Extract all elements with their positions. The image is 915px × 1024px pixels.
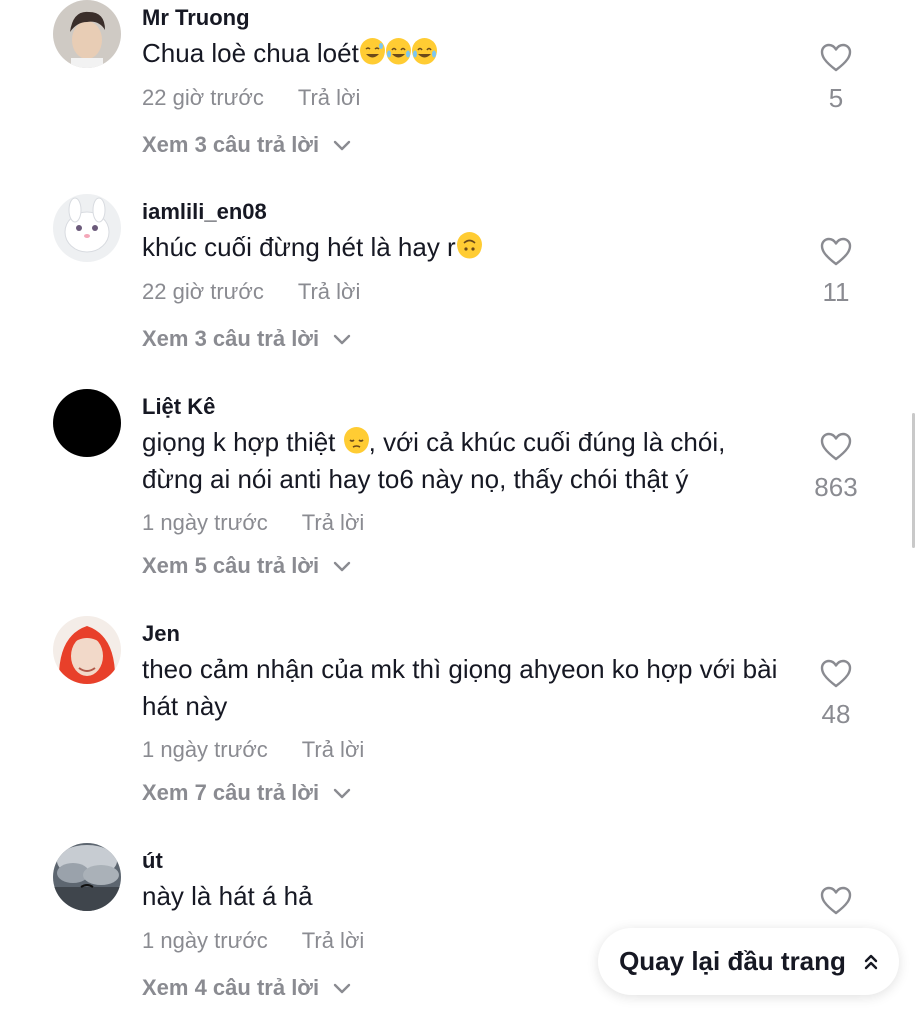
avatar[interactable]	[53, 616, 121, 684]
view-replies-label: Xem 5 câu trả lời	[142, 553, 320, 578]
reply-button[interactable]: Trả lời	[302, 928, 365, 953]
timestamp: 1 ngày trước	[142, 510, 268, 535]
reply-button[interactable]: Trả lời	[298, 85, 361, 110]
joy-icon	[411, 38, 437, 65]
like-count: 863	[814, 472, 858, 502]
chevron-down-icon	[333, 561, 351, 572]
reply-button[interactable]: Trả lời	[298, 279, 361, 304]
like-count: 48	[821, 699, 851, 729]
avatar[interactable]	[53, 194, 121, 262]
pensive-icon	[343, 427, 369, 454]
back-to-top-button[interactable]: Quay lại đầu trang	[598, 928, 899, 995]
view-replies-button[interactable]: Xem 7 câu trả lời	[142, 780, 351, 806]
like-button[interactable]: 11	[806, 237, 866, 308]
view-replies-label: Xem 3 câu trả lời	[142, 326, 320, 351]
like-button[interactable]: 5	[806, 43, 866, 114]
reply-button[interactable]: Trả lời	[302, 737, 365, 762]
comment-text-content: khúc cuối đừng hét là hay r	[142, 232, 456, 262]
timestamp: 1 ngày trước	[142, 737, 268, 762]
chevron-down-icon	[333, 788, 351, 799]
like-count: 11	[822, 277, 850, 307]
like-button[interactable]: 48	[806, 659, 866, 730]
comment-meta: 1 ngày trước Trả lời	[142, 737, 364, 763]
avatar[interactable]	[53, 389, 121, 457]
username[interactable]: iamlili_en08	[142, 199, 267, 225]
joy-icon	[385, 38, 411, 65]
username[interactable]: út	[142, 848, 163, 874]
heart-icon	[820, 886, 852, 915]
like-count: 5	[828, 83, 844, 113]
comment-text: Chua loè chua loét	[142, 35, 792, 72]
avatar[interactable]	[53, 843, 121, 911]
comment-text-content: theo cảm nhận của mk thì giọng ahyeon ko…	[142, 654, 778, 721]
comment-meta: 22 giờ trước Trả lời	[142, 85, 360, 111]
comment-text-content: Chua loè chua loét	[142, 38, 359, 68]
heart-icon	[820, 237, 852, 266]
comment-text: khúc cuối đừng hét là hay r	[142, 229, 792, 266]
comment-meta: 1 ngày trước Trả lời	[142, 928, 364, 954]
username[interactable]: Jen	[142, 621, 180, 647]
like-button[interactable]: 863	[806, 432, 866, 503]
heart-icon	[820, 432, 852, 461]
double-chevron-up-icon	[864, 954, 878, 969]
grinning-sweat-icon	[359, 38, 385, 65]
view-replies-label: Xem 7 câu trả lời	[142, 780, 320, 805]
timestamp: 22 giờ trước	[142, 85, 264, 110]
timestamp: 22 giờ trước	[142, 279, 264, 304]
view-replies-button[interactable]: Xem 4 câu trả lời	[142, 975, 351, 1001]
comment-text: theo cảm nhận của mk thì giọng ahyeon ko…	[142, 651, 792, 725]
avatar[interactable]	[53, 0, 121, 68]
chevron-down-icon	[333, 983, 351, 994]
view-replies-label: Xem 3 câu trả lời	[142, 132, 320, 157]
heart-icon	[820, 43, 852, 72]
heart-icon	[820, 659, 852, 688]
comment-meta: 1 ngày trước Trả lời	[142, 510, 364, 536]
chevron-down-icon	[333, 334, 351, 345]
upside-down-icon	[456, 232, 482, 259]
view-replies-button[interactable]: Xem 3 câu trả lời	[142, 326, 351, 352]
timestamp: 1 ngày trước	[142, 928, 268, 953]
comment-text: giọng k hợp thiệt , với cả khúc cuối đún…	[142, 424, 792, 498]
comment-text: này là hát á hả	[142, 878, 792, 915]
back-to-top-label: Quay lại đầu trang	[619, 946, 846, 976]
view-replies-button[interactable]: Xem 5 câu trả lời	[142, 553, 351, 579]
like-button[interactable]	[806, 886, 866, 926]
chevron-down-icon	[333, 140, 351, 151]
reply-button[interactable]: Trả lời	[302, 510, 365, 535]
username[interactable]: Liệt Kê	[142, 394, 215, 420]
view-replies-label: Xem 4 câu trả lời	[142, 975, 320, 1000]
comment-meta: 22 giờ trước Trả lời	[142, 279, 360, 305]
username[interactable]: Mr Truong	[142, 5, 250, 31]
comment-text-content: giọng k hợp thiệt	[142, 427, 343, 457]
view-replies-button[interactable]: Xem 3 câu trả lời	[142, 132, 351, 158]
comment-text-content: này là hát á hả	[142, 881, 313, 911]
